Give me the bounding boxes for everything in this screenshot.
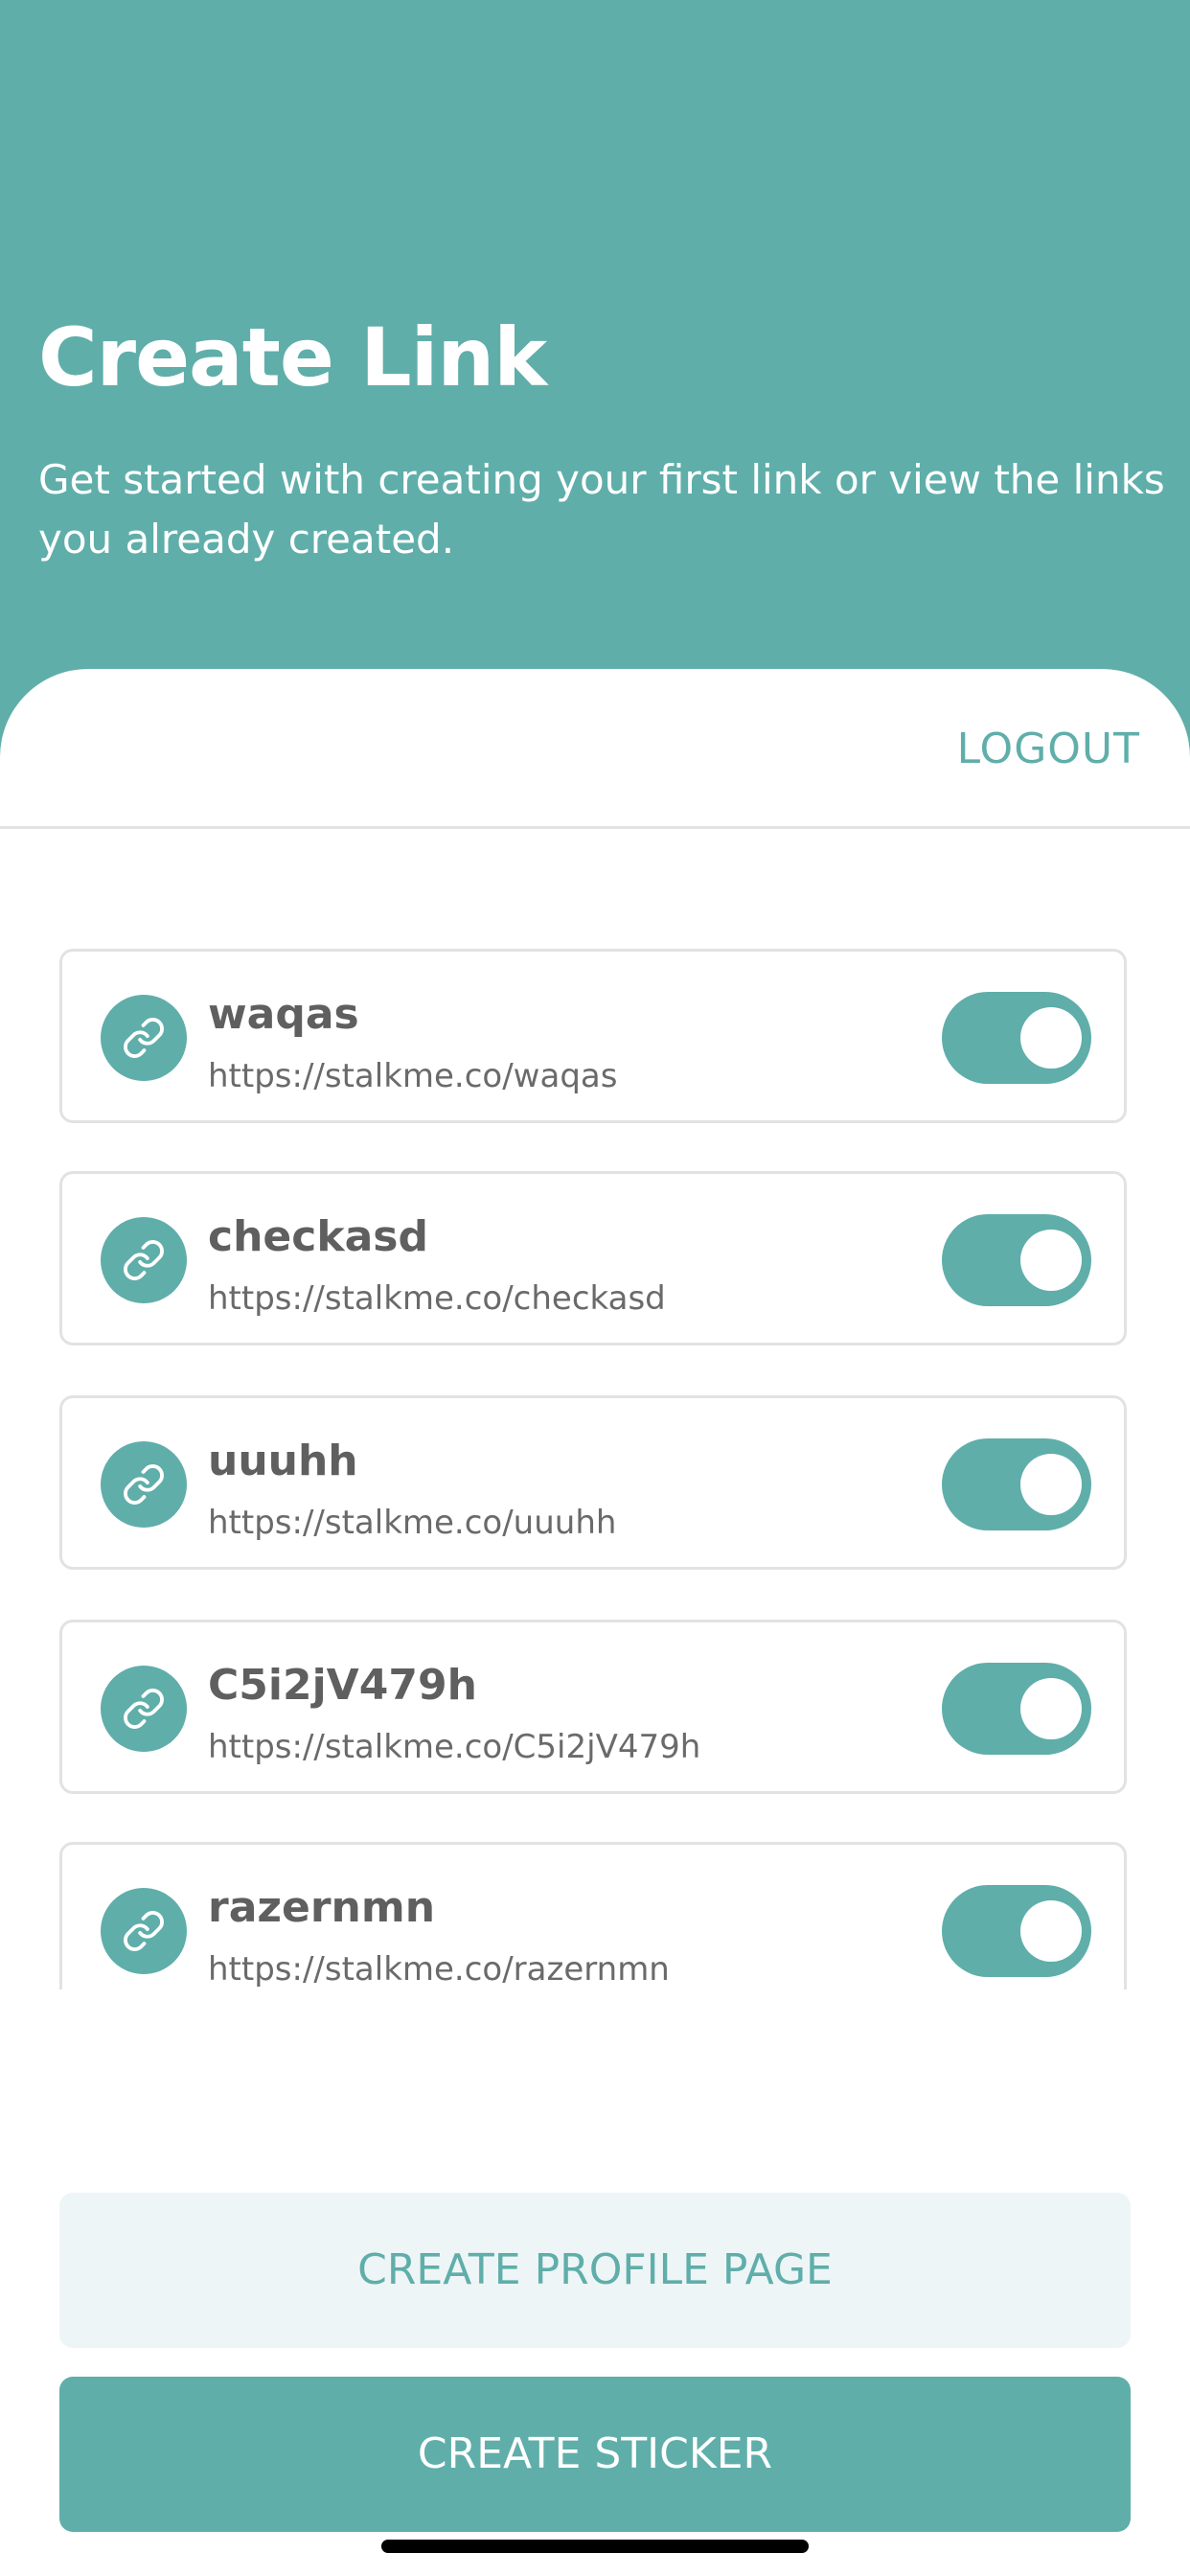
link-icon	[101, 1217, 187, 1303]
toggle-knob	[1020, 1678, 1082, 1739]
link-icon	[101, 1441, 187, 1528]
link-active-toggle[interactable]	[942, 1663, 1091, 1755]
create-sticker-button[interactable]: CREATE STICKER	[59, 2377, 1131, 2532]
link-url: https://stalkme.co/C5i2jV479h	[208, 1728, 701, 1766]
link-card[interactable]: waqas https://stalkme.co/waqas	[59, 949, 1127, 1123]
link-icon	[101, 995, 187, 1081]
link-name: razernmn	[208, 1883, 436, 1932]
page-title: Create Link	[38, 310, 547, 404]
link-active-toggle[interactable]	[942, 992, 1091, 1084]
link-name: waqas	[208, 990, 359, 1039]
toggle-knob	[1020, 1230, 1082, 1291]
link-url: https://stalkme.co/uuuhh	[208, 1504, 617, 1542]
link-card[interactable]: uuuhh https://stalkme.co/uuuhh	[59, 1395, 1127, 1570]
link-url: https://stalkme.co/waqas	[208, 1057, 618, 1095]
link-name: checkasd	[208, 1212, 428, 1261]
link-name: C5i2jV479h	[208, 1661, 477, 1710]
page-subtitle: Get started with creating your first lin…	[38, 456, 1165, 563]
toggle-knob	[1020, 1900, 1082, 1962]
link-active-toggle[interactable]	[942, 1885, 1091, 1977]
link-name: uuuhh	[208, 1437, 358, 1485]
home-indicator	[381, 2540, 809, 2553]
link-url: https://stalkme.co/checkasd	[208, 1279, 666, 1318]
link-icon	[101, 1888, 187, 1974]
create-link-screen: Create Link Get started with creating yo…	[0, 0, 1190, 2576]
link-url: https://stalkme.co/razernmn	[208, 1950, 670, 1989]
link-card[interactable]: razernmn https://stalkme.co/razernmn	[59, 1842, 1127, 1990]
link-icon	[101, 1666, 187, 1752]
logout-button[interactable]: LOGOUT	[957, 721, 1140, 778]
link-active-toggle[interactable]	[942, 1214, 1091, 1306]
link-card[interactable]: checkasd https://stalkme.co/checkasd	[59, 1171, 1127, 1346]
toggle-knob	[1020, 1454, 1082, 1515]
toggle-knob	[1020, 1007, 1082, 1069]
create-profile-page-button[interactable]: CREATE PROFILE PAGE	[59, 2193, 1131, 2348]
link-card[interactable]: C5i2jV479h https://stalkme.co/C5i2jV479h	[59, 1620, 1127, 1794]
link-active-toggle[interactable]	[942, 1438, 1091, 1530]
links-list[interactable]: waqas https://stalkme.co/waqas checkasd …	[0, 949, 1190, 1990]
header: Create Link Get started with creating yo…	[0, 0, 1190, 671]
divider	[0, 826, 1190, 829]
